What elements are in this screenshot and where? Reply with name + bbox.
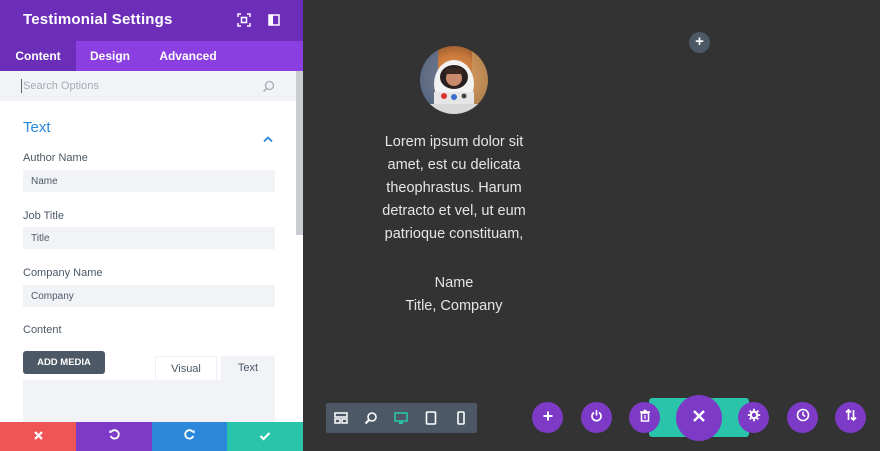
settings-panel: Testimonial Settings Content Design Adva… xyxy=(0,0,303,451)
gear-icon xyxy=(747,408,761,427)
panel-header: Testimonial Settings xyxy=(0,0,303,41)
save-button[interactable] xyxy=(227,422,303,451)
content-editor[interactable] xyxy=(23,380,275,422)
tab-design[interactable]: Design xyxy=(76,41,144,71)
add-media-button[interactable]: ADD MEDIA xyxy=(23,351,105,374)
testimonial-author: Name xyxy=(434,275,474,291)
history-button[interactable] xyxy=(787,402,818,433)
search-bar xyxy=(0,71,296,101)
phone-icon[interactable] xyxy=(453,410,469,426)
quote-line: patrioque constituam, xyxy=(384,226,524,242)
add-module-button[interactable] xyxy=(532,402,563,433)
quote-line: detracto et vel, ut eum xyxy=(382,203,526,219)
testimonial-quote: Lorem ipsum dolor sit amet, est cu delic… xyxy=(370,131,538,246)
search-icon[interactable] xyxy=(262,80,275,93)
toggle-button[interactable] xyxy=(581,402,612,433)
desktop-icon[interactable] xyxy=(393,410,409,426)
redo-button[interactable] xyxy=(152,422,227,451)
discard-button[interactable] xyxy=(0,422,76,451)
close-icon xyxy=(692,409,706,428)
undo-icon xyxy=(108,428,121,446)
close-icon xyxy=(33,428,44,446)
editor-tab-visual[interactable]: Visual xyxy=(155,356,217,380)
panel-footer xyxy=(0,422,303,451)
avatar xyxy=(420,46,488,114)
add-row-button[interactable]: + xyxy=(689,32,710,53)
zoom-icon[interactable] xyxy=(363,410,379,426)
sort-icon xyxy=(844,408,858,427)
check-icon xyxy=(259,428,271,446)
scrollbar-track xyxy=(296,235,303,422)
expand-icon[interactable] xyxy=(236,12,252,28)
sidebar-toggle-icon[interactable] xyxy=(266,12,282,28)
plus-icon: + xyxy=(695,33,704,50)
tab-advanced[interactable]: Advanced xyxy=(144,41,232,71)
undo-button[interactable] xyxy=(76,422,152,451)
panel-title: Testimonial Settings xyxy=(23,11,173,28)
company-name-label: Company Name xyxy=(23,267,103,279)
history-icon xyxy=(796,408,810,427)
testimonial-job-company: Title, Company xyxy=(405,298,503,314)
quote-line: Lorem ipsum dolor sit xyxy=(384,134,524,150)
quote-line: amet, est cu delicata xyxy=(387,157,521,173)
section-title-text[interactable]: Text xyxy=(23,119,51,136)
company-name-input[interactable] xyxy=(23,285,275,307)
add-icon xyxy=(542,409,554,427)
editor-tab-text[interactable]: Text xyxy=(221,356,275,380)
trash-icon xyxy=(639,409,651,427)
settings-button[interactable] xyxy=(738,402,769,433)
portability-button[interactable] xyxy=(835,402,866,433)
panel-scrollbar[interactable] xyxy=(296,71,303,235)
search-input[interactable] xyxy=(21,79,251,93)
delete-button[interactable] xyxy=(629,402,660,433)
redo-icon xyxy=(183,428,196,446)
view-mode-toolbar xyxy=(326,403,477,433)
close-builder-button[interactable] xyxy=(676,395,722,441)
job-title-input[interactable] xyxy=(23,227,275,249)
tablet-icon[interactable] xyxy=(423,410,439,426)
content-label: Content xyxy=(23,324,62,336)
tab-content[interactable]: Content xyxy=(0,41,76,71)
author-name-label: Author Name xyxy=(23,152,88,164)
settings-tabs: Content Design Advanced xyxy=(0,41,303,71)
wireframe-icon[interactable] xyxy=(333,410,349,426)
power-icon xyxy=(590,409,603,427)
author-name-input[interactable] xyxy=(23,170,275,192)
quote-line: theophrastus. Harum xyxy=(386,180,522,196)
job-title-label: Job Title xyxy=(23,210,64,222)
chevron-up-icon[interactable] xyxy=(262,130,274,143)
